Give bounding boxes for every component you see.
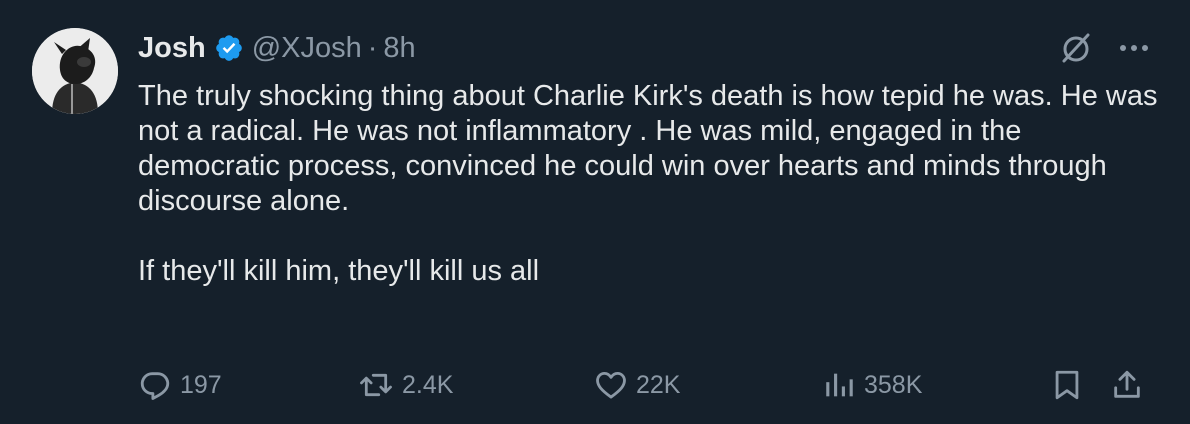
views-count: 358K: [864, 370, 923, 399]
reply-count: 197: [180, 370, 222, 399]
share-button[interactable]: [1110, 363, 1144, 407]
views-button[interactable]: 358K: [822, 363, 922, 407]
grok-icon[interactable]: [1058, 30, 1094, 66]
repost-count: 2.4K: [402, 370, 454, 399]
reply-icon: [138, 368, 172, 402]
repost-icon: [358, 368, 394, 402]
tweet-text: The truly shocking thing about Charlie K…: [138, 79, 1168, 289]
timestamp[interactable]: 8h: [383, 32, 415, 65]
share-icon: [1110, 367, 1144, 403]
heart-icon: [594, 368, 628, 402]
verified-badge-icon: [214, 33, 244, 63]
tweet-paragraph: The truly shocking thing about Charlie K…: [138, 80, 1158, 217]
views-icon: [822, 368, 856, 402]
like-button[interactable]: 22K: [594, 363, 680, 407]
like-count: 22K: [636, 370, 681, 399]
avatar-image: [32, 28, 118, 114]
tweet[interactable]: Josh @XJosh · 8h The truly shocking thin…: [0, 0, 1190, 424]
avatar[interactable]: [32, 28, 118, 114]
reply-button[interactable]: 197: [138, 363, 222, 407]
bookmark-button[interactable]: [1050, 363, 1084, 407]
tweet-paragraph: If they'll kill him, they'll kill us all: [138, 255, 540, 287]
author-handle[interactable]: @XJosh: [252, 32, 362, 65]
author-name[interactable]: Josh: [138, 32, 206, 65]
action-bar: 197 2.4K 22K 358K: [138, 363, 1158, 407]
more-icon[interactable]: [1114, 32, 1154, 62]
tweet-header: Josh @XJosh · 8h: [138, 28, 416, 68]
bookmark-icon: [1050, 367, 1084, 403]
repost-button[interactable]: 2.4K: [358, 363, 453, 407]
separator-dot: ·: [367, 31, 378, 64]
